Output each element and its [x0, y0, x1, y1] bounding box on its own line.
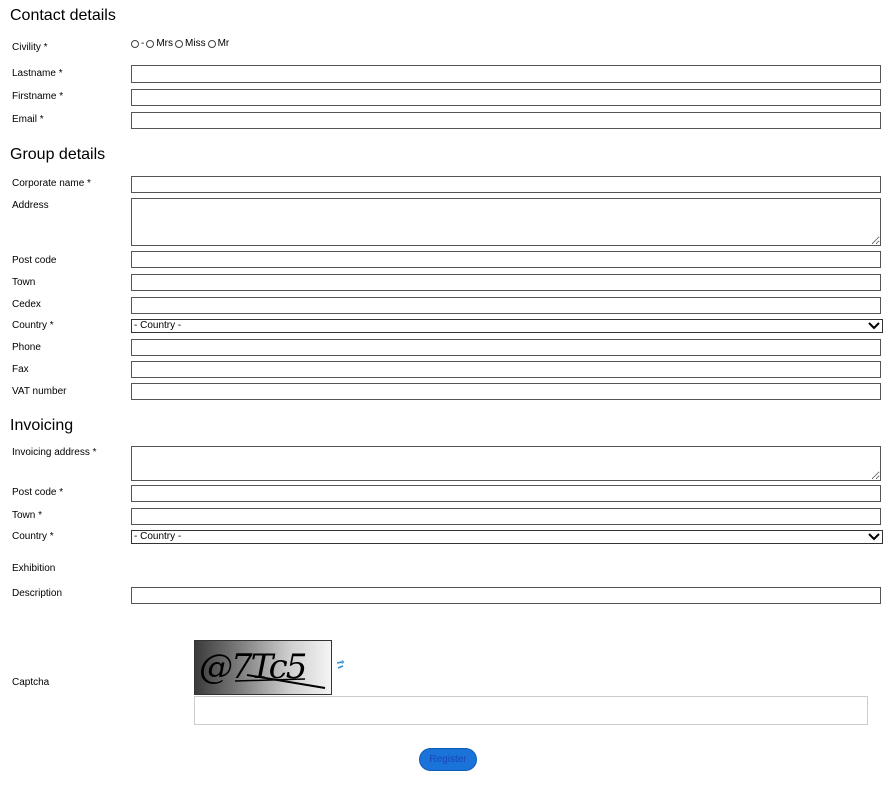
fax-input[interactable]: [131, 361, 881, 378]
invoicing-address-textarea[interactable]: [131, 446, 881, 481]
postcode-input[interactable]: [131, 251, 881, 268]
invoicing-town-label: Town *: [12, 510, 43, 521]
invoicing-title: Invoicing: [10, 417, 74, 434]
phone-input[interactable]: [131, 339, 881, 356]
cedex-label: Cedex: [12, 299, 41, 310]
civility-option-label: Miss: [185, 38, 206, 49]
country-select[interactable]: - Country -: [131, 319, 883, 333]
fax-label: Fax: [12, 364, 29, 375]
civility-radio-mr[interactable]: [207, 39, 216, 48]
invoicing-country-select[interactable]: - Country -: [131, 530, 883, 544]
invoicing-country-label: Country *: [12, 531, 54, 542]
group-details-title: Group details: [10, 146, 106, 163]
cedex-input[interactable]: [131, 297, 881, 314]
phone-label: Phone: [12, 342, 41, 353]
firstname-input[interactable]: [131, 89, 881, 106]
corporate-name-label: Corporate name *: [12, 178, 91, 189]
captcha-image: @7Tc5: [194, 640, 332, 695]
town-label: Town: [12, 277, 36, 288]
description-label: Description: [12, 588, 63, 599]
lastname-input[interactable]: [131, 65, 881, 83]
email-label: Email *: [12, 114, 44, 125]
country-label: Country *: [12, 320, 54, 331]
email-input[interactable]: [131, 112, 881, 129]
contact-details-title: Contact details: [10, 7, 116, 24]
register-button[interactable]: Register: [419, 748, 477, 771]
postcode-label: Post code: [12, 255, 57, 266]
corporate-name-input[interactable]: [131, 176, 881, 193]
captcha-strike-lines: [234, 674, 326, 689]
civility-radio-miss[interactable]: [175, 39, 184, 48]
exhibition-label: Exhibition: [12, 563, 56, 574]
civility-option-label: -: [141, 38, 145, 49]
civility-label: Civility *: [12, 42, 48, 53]
town-input[interactable]: [131, 274, 881, 291]
description-input[interactable]: [131, 587, 881, 604]
invoicing-town-input[interactable]: [131, 508, 881, 525]
firstname-label: Firstname *: [12, 91, 64, 102]
captcha-label: Captcha: [12, 677, 50, 688]
lastname-label: Lastname *: [12, 68, 63, 79]
civility-option-label: Mrs: [156, 38, 174, 49]
country-select-value: - Country -: [134, 320, 182, 331]
invoicing-postcode-label: Post code *: [12, 487, 64, 498]
civility-radio-mrs[interactable]: [146, 39, 155, 48]
chevron-down-icon: [868, 322, 880, 330]
civility-option-label: Mr: [217, 38, 230, 49]
invoicing-country-select-value: - Country -: [134, 531, 182, 542]
vat-number-label: VAT number: [12, 386, 67, 397]
address-textarea[interactable]: [131, 198, 881, 246]
refresh-icon[interactable]: [335, 660, 345, 670]
invoicing-postcode-input[interactable]: [131, 485, 881, 502]
civility-radio-none[interactable]: [131, 39, 139, 48]
vat-number-input[interactable]: [131, 383, 881, 400]
chevron-down-icon: [868, 533, 880, 541]
invoicing-address-label: Invoicing address *: [12, 447, 97, 458]
captcha-input[interactable]: [194, 696, 868, 725]
address-label: Address: [12, 200, 49, 211]
civility-radio-group: - Mrs Miss Mr: [131, 38, 231, 49]
